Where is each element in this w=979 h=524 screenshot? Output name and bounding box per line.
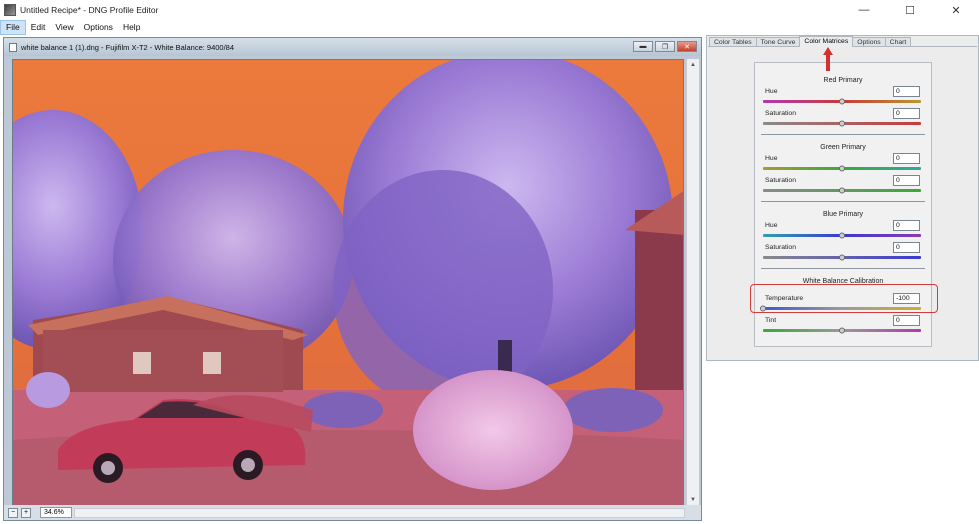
empty-panel-area [706, 362, 979, 524]
document-close-button[interactable]: ✕ [677, 41, 697, 52]
divider [761, 268, 925, 269]
tab-color-matrices[interactable]: Color Matrices [799, 36, 854, 47]
infrared-house-photo [13, 60, 683, 505]
zoom-level-field[interactable]: 34.6% [40, 507, 72, 518]
document-controls: ▬ ❐ ✕ [633, 41, 697, 52]
document-title-bar[interactable]: white balance 1 (1).dng - Fujifilm X-T2 … [4, 38, 701, 56]
document-title: white balance 1 (1).dng - Fujifilm X-T2 … [21, 42, 235, 52]
minimize-icon: — [858, 4, 870, 16]
restore-icon: ❐ [661, 43, 669, 51]
scroll-up-icon[interactable]: ▲ [687, 59, 699, 71]
blue-hue-input[interactable] [893, 220, 920, 231]
menu-help[interactable]: Help [118, 20, 145, 35]
maximize-button[interactable]: ☐ [887, 0, 933, 20]
menu-options[interactable]: Options [79, 20, 118, 35]
green-saturation-input[interactable] [893, 175, 920, 186]
green-hue-slider[interactable] [763, 165, 921, 172]
blue-saturation-input[interactable] [893, 242, 920, 253]
section-title-green-primary: Green Primary [820, 144, 866, 151]
document-restore-button[interactable]: ❐ [655, 41, 675, 52]
tint-slider[interactable] [763, 327, 921, 334]
blue-saturation-slider[interactable] [763, 254, 921, 261]
red-hue-label: Hue [765, 88, 778, 95]
divider [761, 201, 925, 202]
divider [761, 134, 925, 135]
preview-image[interactable] [12, 59, 684, 506]
dng-profile-editor-window: Untitled Recipe* - DNG Profile Editor — … [0, 0, 979, 524]
green-hue-label: Hue [765, 155, 778, 162]
red-saturation-slider[interactable] [763, 120, 921, 127]
menu-bar: File Edit View Options Help [0, 20, 979, 35]
section-title-blue-primary: Blue Primary [822, 211, 864, 218]
slider-thumb[interactable] [839, 254, 845, 261]
slider-thumb[interactable] [839, 98, 845, 105]
zoom-in-button[interactable]: + [21, 507, 31, 518]
close-button[interactable]: ✕ [933, 0, 979, 20]
document-minimize-button[interactable]: ▬ [633, 41, 653, 52]
minus-icon: − [10, 508, 16, 516]
red-saturation-input[interactable] [893, 108, 920, 119]
document-icon [9, 42, 17, 52]
plus-icon: + [23, 508, 29, 516]
menu-view[interactable]: View [50, 20, 78, 35]
blue-hue-slider[interactable] [763, 232, 921, 239]
red-arrow-icon [823, 47, 833, 71]
slider-thumb[interactable] [839, 165, 845, 172]
tint-input[interactable] [893, 315, 920, 326]
image-document-window: white balance 1 (1).dng - Fujifilm X-T2 … [3, 37, 702, 521]
maximize-icon: ☐ [905, 4, 915, 17]
slider-thumb[interactable] [839, 327, 845, 334]
menu-file[interactable]: File [0, 20, 26, 35]
red-saturation-label: Saturation [765, 110, 796, 117]
section-title-red-primary: Red Primary [823, 77, 863, 84]
tint-label: Tint [765, 317, 777, 324]
close-icon: ✕ [684, 43, 690, 51]
window-controls: — ☐ ✕ [841, 0, 979, 20]
minimize-button[interactable]: — [841, 0, 887, 20]
green-hue-input[interactable] [893, 153, 920, 164]
minimize-icon: ▬ [639, 43, 647, 50]
slider-thumb[interactable] [839, 120, 845, 127]
title-bar: Untitled Recipe* - DNG Profile Editor — … [0, 0, 979, 20]
slider-thumb[interactable] [839, 232, 845, 239]
slider-thumb[interactable] [839, 187, 845, 194]
horizontal-scrollbar[interactable] [74, 508, 685, 518]
blue-saturation-label: Saturation [765, 244, 796, 251]
red-hue-input[interactable] [893, 86, 920, 97]
vertical-scrollbar[interactable]: ▲ ▼ [686, 59, 699, 506]
zoom-out-button[interactable]: − [8, 507, 18, 518]
app-icon [4, 4, 16, 16]
document-status-bar: − + 34.6% [4, 505, 701, 520]
blue-hue-label: Hue [765, 222, 778, 229]
window-title: Untitled Recipe* - DNG Profile Editor [20, 5, 159, 15]
close-icon: ✕ [951, 4, 961, 17]
menu-edit[interactable]: Edit [26, 20, 51, 35]
green-saturation-label: Saturation [765, 177, 796, 184]
red-hue-slider[interactable] [763, 98, 921, 105]
temperature-highlight-annotation [750, 284, 938, 313]
green-saturation-slider[interactable] [763, 187, 921, 194]
